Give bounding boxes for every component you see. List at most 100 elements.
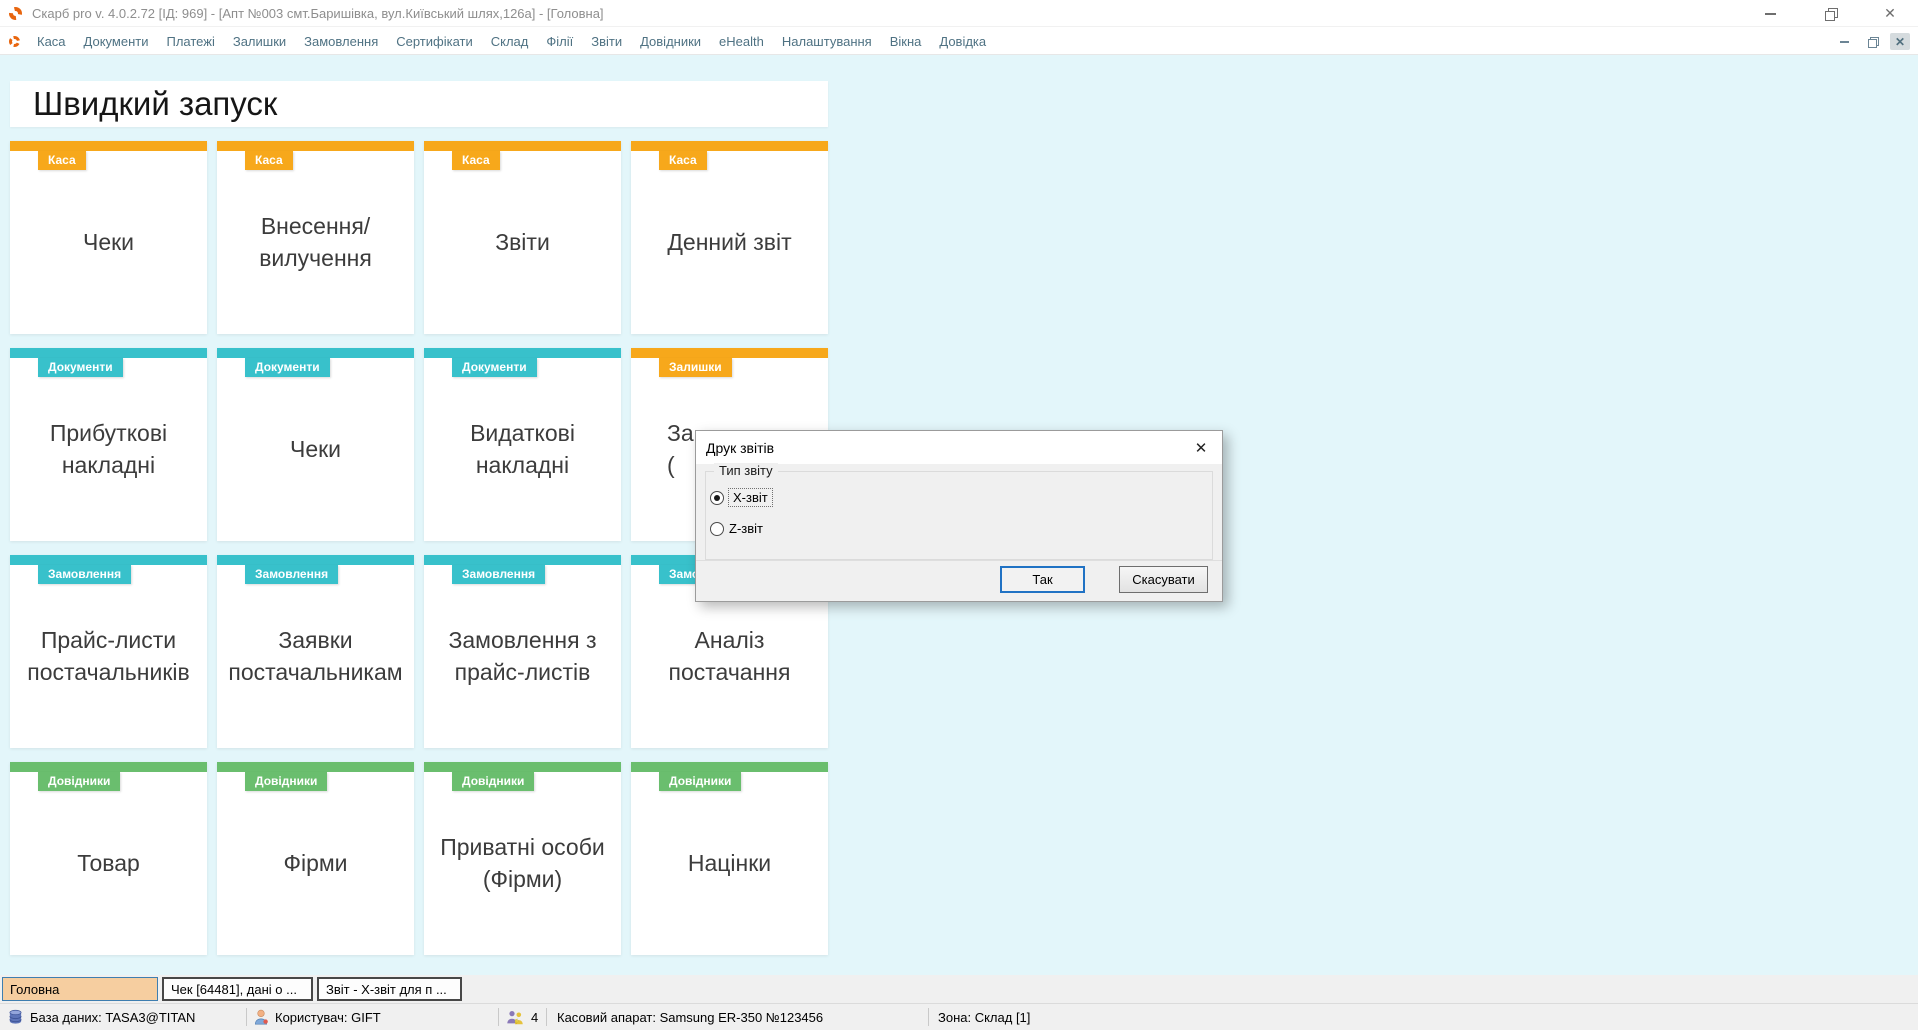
tile-category-strip (10, 348, 207, 358)
menu-logo-icon (9, 36, 20, 47)
report-type-groupbox: Тип звіту (705, 471, 1213, 560)
tile[interactable]: ЗамовленняЗамовлення з прайс-листів (424, 555, 621, 748)
radio-option-2[interactable]: Z-звіт (710, 521, 763, 536)
app-logo-icon (9, 7, 22, 20)
document-tab-2[interactable]: Чек [64481], дані о ... (162, 977, 313, 1001)
menu-item-3[interactable]: Платежі (157, 28, 223, 55)
tile-label: Заявки постачальникам (217, 565, 414, 748)
minimize-button[interactable] (1760, 4, 1780, 24)
tile-label: Приватні особи (Фірми) (424, 772, 621, 955)
tile-category-strip (424, 555, 621, 565)
tile[interactable]: ДовідникиПриватні особи (Фірми) (424, 762, 621, 955)
tile[interactable]: ЗамовленняПрайс-листи постачальників (10, 555, 207, 748)
tile-label: Внесення/вилучення (217, 151, 414, 334)
tile-category-strip (10, 762, 207, 772)
database-icon (8, 1009, 23, 1025)
dialog-title: Друк звітів (706, 440, 774, 456)
menu-item-2[interactable]: Документи (75, 28, 158, 55)
status-cash-register: Касовий апарат: Samsung ER-350 №123456 (557, 1004, 823, 1030)
tile-label: Націнки (631, 772, 828, 955)
mdi-close-button[interactable]: ✕ (1890, 33, 1910, 50)
mdi-window-controls: ✕ (1834, 28, 1910, 55)
menu-item-4[interactable]: Залишки (224, 28, 295, 55)
close-icon: ✕ (1884, 5, 1896, 22)
tile-category-strip (424, 141, 621, 151)
tile-label: Чеки (10, 151, 207, 334)
close-icon: ✕ (1895, 35, 1905, 49)
menu-item-7[interactable]: Склад (482, 28, 538, 55)
document-tab-1[interactable]: Головна (2, 977, 158, 1001)
tile[interactable]: ЗамовленняЗаявки постачальникам (217, 555, 414, 748)
quick-launch-header: Швидкий запуск (10, 81, 828, 127)
menu-item-8[interactable]: Філії (537, 28, 582, 55)
tile-label: Товар (10, 772, 207, 955)
tile-category-strip (424, 762, 621, 772)
user-icon (254, 1009, 268, 1025)
status-separator (928, 1008, 929, 1026)
tile-label: Звіти (424, 151, 621, 334)
status-database-text: База даних: TASA3@TITAN (30, 1010, 195, 1025)
tile[interactable]: КасаЗвіти (424, 141, 621, 334)
menu-bar-items: КасаДокументиПлатежіЗалишкиЗамовленняСер… (28, 28, 995, 54)
tile-label: Видаткові накладні (424, 358, 621, 541)
radio-option-label: Х-звіт (729, 489, 772, 506)
menu-item-11[interactable]: eHealth (710, 28, 773, 55)
dialog-footer-divider (696, 560, 1222, 561)
radio-unselected-icon[interactable] (710, 522, 724, 536)
status-zone: Зона: Склад [1] (938, 1004, 1030, 1030)
tile-label: Прайс-листи постачальників (10, 565, 207, 748)
tile[interactable]: ДовідникиФірми (217, 762, 414, 955)
menu-item-14[interactable]: Довідка (930, 28, 995, 55)
status-separator (546, 1008, 547, 1026)
status-separator (498, 1008, 499, 1026)
tile-category-strip (631, 141, 828, 151)
mdi-minimize-button[interactable] (1834, 33, 1854, 50)
bottom-panel: ГоловнаЧек [64481], дані о ...Звіт - Х-з… (0, 975, 1918, 1030)
tile[interactable]: КасаДенний звіт (631, 141, 828, 334)
tile[interactable]: ДовідникиТовар (10, 762, 207, 955)
tile-label: Чеки (217, 358, 414, 541)
tile[interactable]: ДокументиЧеки (217, 348, 414, 541)
restore-icon (1825, 8, 1836, 19)
tile-category-strip (631, 762, 828, 772)
users-icon (506, 1010, 524, 1025)
close-icon: ✕ (1195, 440, 1208, 457)
tile[interactable]: КасаЧеки (10, 141, 207, 334)
document-tab-3[interactable]: Звіт - Х-звіт для п ... (317, 977, 462, 1001)
dialog-title-bar: Друк звітів ✕ (696, 431, 1222, 464)
tile[interactable]: ДокументиВидаткові накладні (424, 348, 621, 541)
tile-category-strip (217, 762, 414, 772)
mdi-restore-button[interactable] (1862, 33, 1882, 50)
tile-label: Прибуткові накладні (10, 358, 207, 541)
restore-button[interactable] (1820, 4, 1840, 24)
window-controls: ✕ (1760, 0, 1900, 27)
menu-item-9[interactable]: Звіти (582, 28, 631, 55)
ok-button[interactable]: Так (1000, 566, 1085, 593)
tile[interactable]: ДовідникиНацінки (631, 762, 828, 955)
tile-category-strip (217, 141, 414, 151)
tile-category-strip (631, 348, 828, 358)
menu-item-6[interactable]: Сертифікати (387, 28, 482, 55)
radio-selected-icon[interactable] (710, 491, 724, 505)
close-button[interactable]: ✕ (1880, 4, 1900, 24)
menu-item-10[interactable]: Довідники (631, 28, 710, 55)
menu-item-1[interactable]: Каса (28, 28, 75, 55)
status-database: База даних: TASA3@TITAN (8, 1004, 195, 1030)
cancel-button[interactable]: Скасувати (1119, 566, 1208, 593)
radio-option-1[interactable]: Х-звіт (710, 489, 772, 506)
status-user: Користувач: GIFT (254, 1004, 381, 1030)
app-window: { "window": { "title": "Скарб pro v. 4.0… (0, 0, 1918, 1030)
tile[interactable]: ДокументиПрибуткові накладні (10, 348, 207, 541)
radio-option-label: Z-звіт (729, 521, 763, 536)
menu-item-5[interactable]: Замовлення (295, 28, 387, 55)
menu-item-12[interactable]: Налаштування (773, 28, 881, 55)
tile-category-strip (10, 141, 207, 151)
menu-item-13[interactable]: Вікна (881, 28, 931, 55)
tile[interactable]: КасаВнесення/вилучення (217, 141, 414, 334)
tile-category-strip (10, 555, 207, 565)
window-title: Скарб pro v. 4.0.2.72 [ІД: 969] - [Апт №… (32, 6, 604, 21)
dialog-close-button[interactable]: ✕ (1190, 439, 1212, 457)
title-bar: Скарб pro v. 4.0.2.72 [ІД: 969] - [Апт №… (0, 0, 1918, 27)
tile-category-strip (217, 348, 414, 358)
minimize-icon (1840, 41, 1849, 43)
